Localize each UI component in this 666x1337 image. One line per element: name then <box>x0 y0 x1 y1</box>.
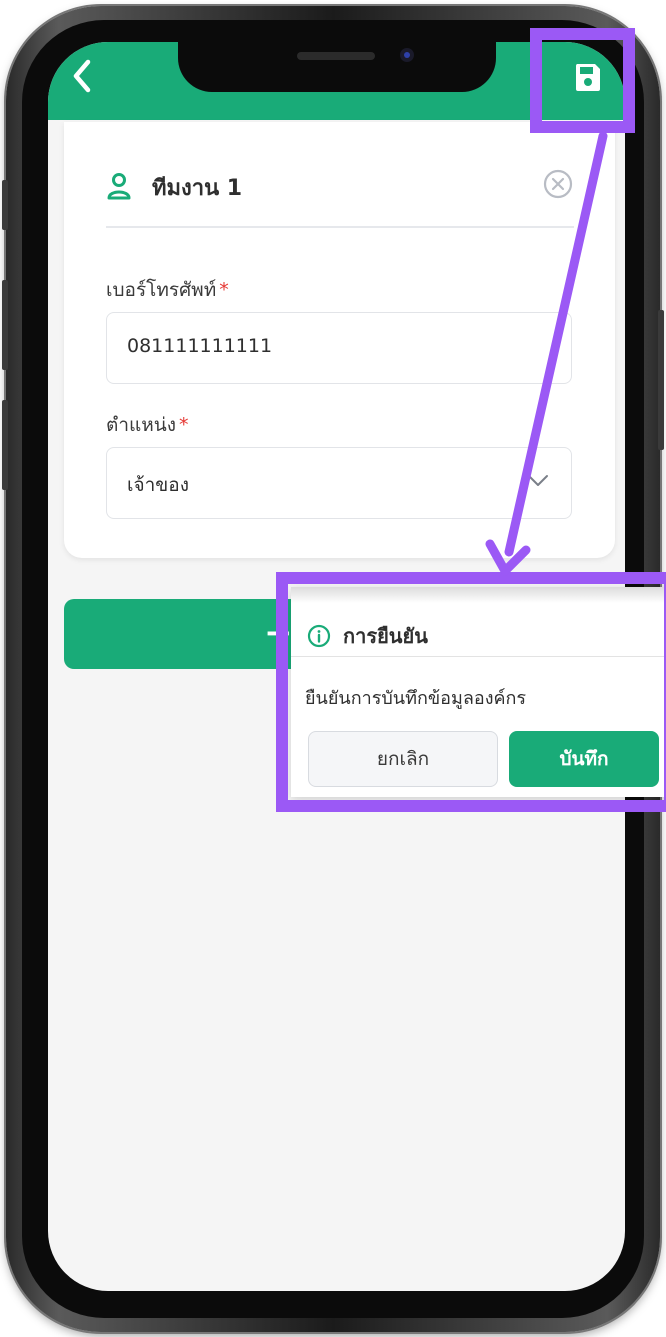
phone-volume-up <box>2 280 8 370</box>
phone-field[interactable]: 081111111111 <box>106 312 572 384</box>
required-mark: * <box>179 414 189 436</box>
phone-side-button <box>2 180 8 230</box>
position-label: ตำแหน่ง * <box>106 414 189 436</box>
team-title: ทีมงาน 1 <box>152 176 243 201</box>
person-icon <box>107 173 131 200</box>
phone-value: 081111111111 <box>127 335 273 357</box>
chevron-left-icon <box>73 59 91 93</box>
phone-label: เบอร์โทรศัพท์ * <box>106 279 229 301</box>
chevron-down-icon <box>528 475 548 486</box>
team-member-card: ทีมงาน 1 เบอร์โทรศัพท์ * 081111111111 ตำแ… <box>64 122 615 558</box>
dialog-highlight-box <box>276 572 666 812</box>
save-highlight-box <box>530 28 635 133</box>
required-mark: * <box>219 279 229 301</box>
phone-notch <box>178 42 496 92</box>
card-header: ทีมงาน 1 <box>106 166 574 228</box>
position-value: เจ้าของ <box>127 474 189 496</box>
position-select[interactable]: เจ้าของ <box>106 447 572 519</box>
phone-power-button <box>658 310 664 450</box>
front-camera <box>400 48 414 62</box>
speaker-grille <box>297 52 375 60</box>
phone-volume-down <box>2 400 8 490</box>
circle-x-icon[interactable] <box>542 168 574 200</box>
back-button[interactable] <box>62 56 102 96</box>
